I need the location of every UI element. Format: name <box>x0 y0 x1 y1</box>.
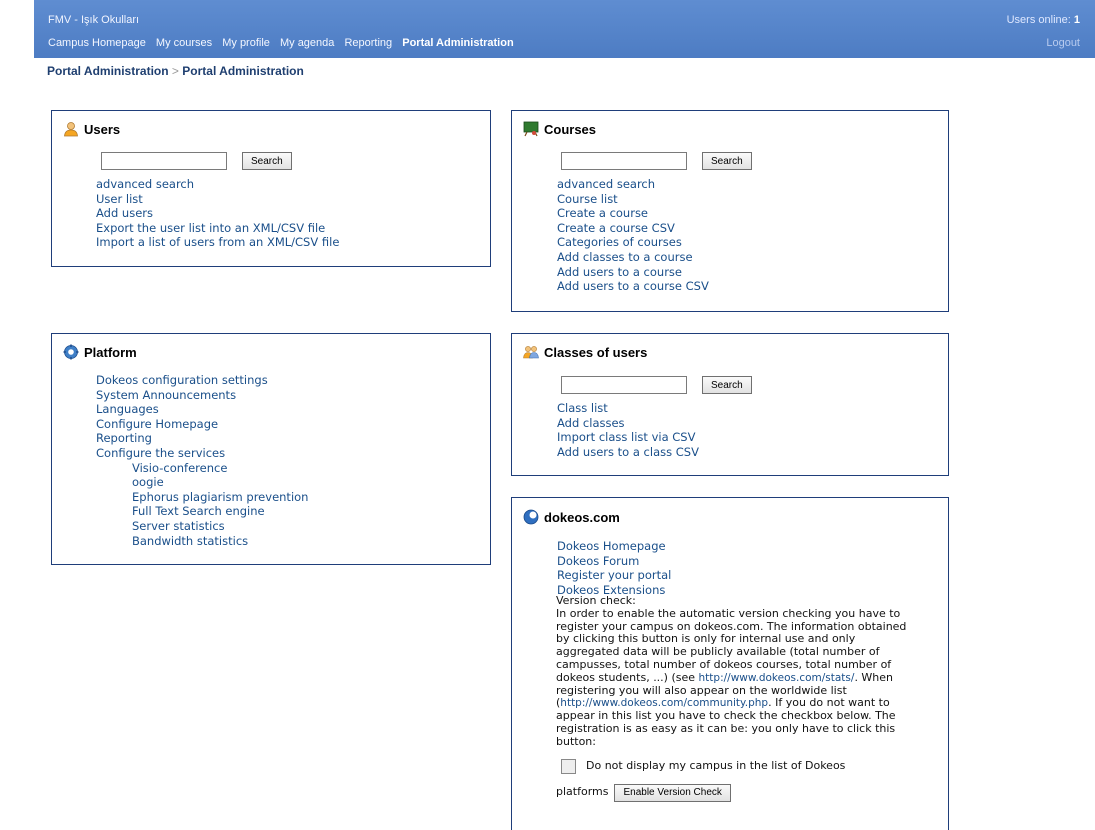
bandwidth-statistics-link[interactable]: Bandwidth statistics <box>96 534 308 549</box>
classes-panel: Classes of users Search Class list Add c… <box>511 333 949 476</box>
dokeos-panel-title: dokeos.com <box>523 509 620 525</box>
add-users-link[interactable]: Add users <box>96 206 339 221</box>
users-online-count: 1 <box>1073 14 1080 26</box>
courses-search-row: Search <box>561 152 752 170</box>
classes-search-button[interactable]: Search <box>702 376 752 394</box>
courses-search-input[interactable] <box>561 152 687 170</box>
oogie-link[interactable]: oogie <box>96 475 308 490</box>
class-list-link[interactable]: Class list <box>557 401 699 416</box>
hide-campus-label-cont: platforms <box>556 785 609 799</box>
languages-link[interactable]: Languages <box>96 402 308 417</box>
users-icon <box>63 121 79 137</box>
nav-my-agenda[interactable]: My agenda <box>280 37 334 49</box>
enable-version-check-button[interactable]: Enable Version Check <box>614 783 731 802</box>
register-portal-link[interactable]: Register your portal <box>557 568 671 583</box>
course-categories-link[interactable]: Categories of courses <box>557 235 709 250</box>
create-course-csv-link[interactable]: Create a course CSV <box>557 221 709 236</box>
users-online-label: Users online: <box>1006 14 1071 26</box>
top-header: FMV - Işık Okulları Campus Homepage My c… <box>34 0 1095 58</box>
courses-icon <box>523 121 539 137</box>
import-class-csv-link[interactable]: Import class list via CSV <box>557 430 699 445</box>
configure-services-link[interactable]: Configure the services <box>96 446 308 461</box>
nav-my-courses[interactable]: My courses <box>156 37 212 49</box>
hide-campus-label: Do not display my campus in the list of … <box>586 758 846 772</box>
import-users-link[interactable]: Import a list of users from an XML/CSV f… <box>96 235 339 250</box>
nav-my-profile[interactable]: My profile <box>222 37 270 49</box>
courses-links: advanced search Course list Create a cou… <box>557 177 709 294</box>
classes-panel-title: Classes of users <box>523 344 647 360</box>
classes-title-text: Classes of users <box>544 344 648 360</box>
configure-homepage-link[interactable]: Configure Homepage <box>96 417 308 432</box>
enable-version-row: platforms Enable Version Check <box>556 783 916 802</box>
dokeos-title-text: dokeos.com <box>544 509 620 525</box>
users-search-button[interactable]: Search <box>242 152 292 170</box>
platform-title-text: Platform <box>84 344 137 360</box>
user-list-link[interactable]: User list <box>96 192 339 207</box>
breadcrumb: Portal Administration > Portal Administr… <box>47 64 304 78</box>
ephorus-link[interactable]: Ephorus plagiarism prevention <box>96 490 308 505</box>
courses-title-text: Courses <box>544 121 597 137</box>
users-search-input[interactable] <box>101 152 227 170</box>
create-course-link[interactable]: Create a course <box>557 206 709 221</box>
users-links: advanced search User list Add users Expo… <box>96 177 339 250</box>
breadcrumb-item[interactable]: Portal Administration <box>47 64 169 78</box>
visio-conference-link[interactable]: Visio-conference <box>96 461 308 476</box>
users-advanced-search-link[interactable]: advanced search <box>96 177 339 192</box>
dokeos-links: Dokeos Homepage Dokeos Forum Register yo… <box>557 539 671 597</box>
courses-panel: Courses Search advanced search Course li… <box>511 110 949 312</box>
platform-panel: Platform Dokeos configuration settings S… <box>51 333 491 565</box>
version-check-section: Version check: In order to enable the au… <box>556 594 916 802</box>
nav-campus-homepage[interactable]: Campus Homepage <box>48 37 146 49</box>
course-list-link[interactable]: Course list <box>557 192 709 207</box>
hide-campus-row: Do not display my campus in the list of … <box>556 758 916 774</box>
classes-search-input[interactable] <box>561 376 687 394</box>
dokeos-panel: dokeos.com Dokeos Homepage Dokeos Forum … <box>511 497 949 830</box>
gear-icon <box>63 344 79 360</box>
hide-campus-checkbox[interactable] <box>561 758 576 774</box>
platform-links: Dokeos configuration settings System Ann… <box>96 373 308 548</box>
courses-panel-title: Courses <box>523 121 596 137</box>
platform-panel-title: Platform <box>63 344 137 360</box>
dokeos-config-link[interactable]: Dokeos configuration settings <box>96 373 308 388</box>
system-announcements-link[interactable]: System Announcements <box>96 388 308 403</box>
courses-search-button[interactable]: Search <box>702 152 752 170</box>
add-users-to-course-link[interactable]: Add users to a course <box>557 265 709 280</box>
breadcrumb-current: Portal Administration <box>182 64 304 78</box>
users-online: Users online: 1 <box>1007 14 1080 26</box>
users-search-row: Search <box>101 152 292 170</box>
platform-reporting-link[interactable]: Reporting <box>96 431 308 446</box>
nav-reporting[interactable]: Reporting <box>344 37 392 49</box>
dokeos-logo-icon <box>523 509 539 525</box>
server-statistics-link[interactable]: Server statistics <box>96 519 308 534</box>
version-check-text: In order to enable the automatic version… <box>556 607 916 749</box>
nav-portal-administration[interactable]: Portal Administration <box>402 37 513 49</box>
dokeos-homepage-link[interactable]: Dokeos Homepage <box>557 539 671 554</box>
add-classes-link[interactable]: Add classes <box>557 416 699 431</box>
users-title-text: Users <box>84 121 121 137</box>
add-classes-to-course-link[interactable]: Add classes to a course <box>557 250 709 265</box>
main-nav: Campus Homepage My courses My profile My… <box>48 37 521 49</box>
users-panel: Users Search advanced search User list A… <box>51 110 491 267</box>
users-panel-title: Users <box>63 121 120 137</box>
dokeos-forum-link[interactable]: Dokeos Forum <box>557 554 671 569</box>
export-users-link[interactable]: Export the user list into an XML/CSV fil… <box>96 221 339 236</box>
breadcrumb-separator: > <box>171 64 179 78</box>
add-users-to-course-csv-link[interactable]: Add users to a course CSV <box>557 279 709 294</box>
classes-icon <box>523 344 539 360</box>
classes-search-row: Search <box>561 376 752 394</box>
community-link[interactable]: http://www.dokeos.com/community.php <box>560 697 768 709</box>
stats-link[interactable]: http://www.dokeos.com/stats/ <box>699 672 855 684</box>
full-text-search-link[interactable]: Full Text Search engine <box>96 504 308 519</box>
add-users-to-class-csv-link[interactable]: Add users to a class CSV <box>557 445 699 460</box>
logout-link[interactable]: Logout <box>1046 37 1080 49</box>
classes-links: Class list Add classes Import class list… <box>557 401 699 459</box>
site-title[interactable]: FMV - Işık Okulları <box>48 14 139 26</box>
courses-advanced-search-link[interactable]: advanced search <box>557 177 709 192</box>
